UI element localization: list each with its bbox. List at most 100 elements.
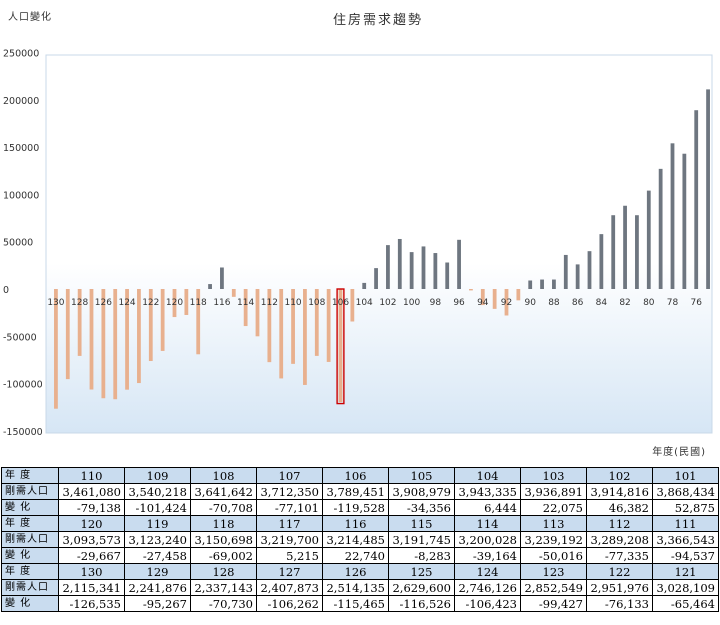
chart-title: 住房需求趨勢 [333,12,423,28]
row-label: 變 化 [1,595,59,612]
x-tick-label: 100 [403,298,420,308]
table-cell: 3,540,218 [124,483,191,500]
bar-107 [326,289,331,362]
table-cell: 52,875 [652,499,719,516]
row-label: 年 度 [1,515,59,532]
bar-96 [457,239,461,289]
table-cell: 46,382 [586,499,653,516]
year-header-row: 年 度 110 109 108 107 106 105 104 103 102 101 [1,467,719,484]
bar-98 [433,253,438,289]
bar-91 [516,289,521,301]
table-cell: 3,219,700 [256,531,323,548]
y-tick-label: 100000 [3,190,39,201]
table-cell: 126 [322,563,389,580]
table-cell: 113 [520,515,587,532]
bar-100 [409,252,414,289]
table-cell: -70,730 [190,595,257,612]
bar-104 [362,282,367,289]
table-cell: 3,289,208 [586,531,653,548]
bar-88 [552,279,556,289]
x-tick-label: 78 [667,298,679,308]
table-cell: 3,366,543 [652,531,719,548]
table-cell: 125 [388,563,455,580]
x-tick-label: 76 [690,298,702,308]
table-cell: 3,200,028 [454,531,521,548]
table-cell: 101 [652,467,719,484]
y-tick-label: -100000 [3,380,43,391]
table-cell: 3,461,080 [58,483,125,500]
bar-116 [220,267,224,289]
table-cell: 2,241,876 [124,579,191,596]
table-cell: -119,528 [322,499,389,516]
table-cell: -8,283 [388,547,455,564]
table-cell: 2,629,600 [388,579,455,596]
table-cell: 127 [256,563,323,580]
table-cell: 22,740 [322,547,389,564]
table-cell: 128 [190,563,257,580]
row-label: 年 度 [1,467,59,484]
table-cell: 130 [58,563,125,580]
row-label: 剛需人口 [1,483,59,500]
table-cell: -69,002 [190,547,257,564]
table-cell: 2,852,549 [520,579,587,596]
table-cell: -65,464 [652,595,719,612]
table-cell: -116,526 [388,595,455,612]
x-tick-label: 108 [308,298,325,308]
bar-82 [623,205,627,289]
table-cell: 3,908,979 [388,483,455,500]
x-tick-label: 96 [453,298,465,308]
change-row: 變 化 -126,535 -95,267 -70,730 -106,262 -115,46… [1,595,719,612]
table-cell: 2,951,976 [586,579,653,596]
x-tick-label: 98 [430,298,442,308]
bar-117 [208,284,212,289]
bar-102 [386,245,390,289]
table-cell: -106,262 [256,595,323,612]
table-cell: -27,458 [124,547,191,564]
table-cell: 3,093,573 [58,531,125,548]
table-cell: 111 [652,515,719,532]
y-tick-label: 250000 [3,49,39,60]
bar-99 [421,246,426,289]
housing-demand-chart: 住房需求趨勢 人口變化 年度(民國) 250000 200000 150000 100… [0,0,720,465]
bar-78 [670,143,675,289]
x-tick-label: 118 [190,298,207,308]
x-axis-title: 年度(民國) [652,445,706,458]
table-cell: 117 [256,515,323,532]
table-cell: -95,267 [124,595,191,612]
y-tick-label: 200000 [3,96,39,107]
bar-85 [587,251,592,289]
row-label: 年 度 [1,563,59,580]
table-cell: -50,016 [520,547,587,564]
table-cell: 2,746,126 [454,579,521,596]
x-tick-label: 122 [142,298,159,308]
bar-103 [374,268,378,289]
bar-109 [303,289,307,385]
table-cell: 110 [58,467,125,484]
table-cell: 122 [586,563,653,580]
bar-127 [89,289,94,390]
table-cell: 124 [454,563,521,580]
row-label: 剛需人口 [1,531,59,548]
bar-105 [350,289,355,322]
table-cell: -29,667 [58,547,125,564]
table-cell: 3,943,335 [454,483,521,500]
table-cell: 22,075 [520,499,587,516]
table-cell: -106,423 [454,595,521,612]
x-tick-label: 126 [95,298,112,308]
table-cell: 120 [58,515,125,532]
x-tick-label: 84 [596,298,608,308]
population-row: 剛需人口 3,461,080 3,540,218 3,641,642 3,712,350… [1,483,719,500]
y-tick-label: 150000 [3,143,39,154]
table-cell: 105 [388,467,455,484]
population-data-table: 年 度 110 109 108 107 106 105 104 103 102 101 剛需人口 3,4… [1,467,719,612]
table-cell: 121 [652,563,719,580]
table-cell: 112 [586,515,653,532]
population-row: 剛需人口 3,093,573 3,123,240 3,150,698 3,219,700… [1,531,719,548]
bar-77 [682,153,687,289]
bar-113 [255,289,260,337]
bar-115 [231,289,236,297]
year-header-row: 年 度 130 129 128 127 126 125 124 123 122 121 [1,563,719,580]
table-cell: 3,191,745 [388,531,455,548]
x-tick-label: 110 [284,298,301,308]
bar-83 [611,215,616,289]
